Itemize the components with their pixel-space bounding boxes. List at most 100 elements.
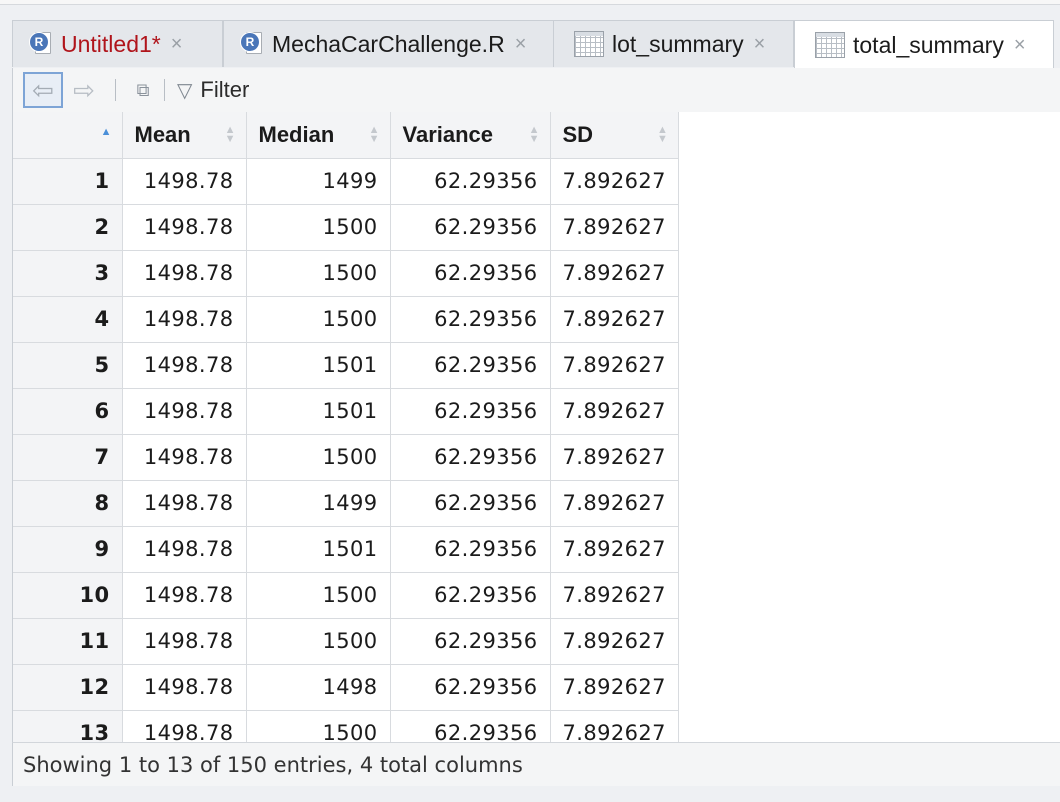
table-row: 11 1498.78 1500 62.29356 7.892627 xyxy=(13,618,679,665)
variance-cell[interactable]: 62.29356 xyxy=(390,526,551,573)
sd-cell[interactable]: 7.892627 xyxy=(550,204,679,251)
variance-cell[interactable]: 62.29356 xyxy=(390,250,551,297)
row-number-cell[interactable]: 10 xyxy=(13,572,123,619)
table-row: 3 1498.78 1500 62.29356 7.892627 xyxy=(13,250,679,297)
column-header-mean[interactable]: Mean ▲ ▼ xyxy=(122,112,247,159)
sd-cell[interactable]: 7.892627 xyxy=(550,296,679,343)
row-number-cell[interactable]: 13 xyxy=(13,710,123,742)
median-cell[interactable]: 1500 xyxy=(246,250,391,297)
table-row: 4 1498.78 1500 62.29356 7.892627 xyxy=(13,296,679,343)
column-header-variance[interactable]: Variance ▲ ▼ xyxy=(390,112,551,159)
column-header-label: Median xyxy=(258,121,335,147)
column-header-median[interactable]: Median ▲ ▼ xyxy=(246,112,391,159)
row-number-cell[interactable]: 6 xyxy=(13,388,123,435)
sort-ascending-icon: ▲ xyxy=(100,126,112,138)
table-row: 8 1498.78 1499 62.29356 7.892627 xyxy=(13,480,679,527)
sort-icon: ▲ ▼ xyxy=(368,124,380,145)
row-number-cell[interactable]: 1 xyxy=(13,158,123,205)
row-number-cell[interactable]: 8 xyxy=(13,480,123,527)
sd-cell[interactable]: 7.892627 xyxy=(550,618,679,665)
median-cell[interactable]: 1500 xyxy=(246,204,391,251)
variance-cell[interactable]: 62.29356 xyxy=(390,158,551,205)
variance-cell[interactable]: 62.29356 xyxy=(390,388,551,435)
popout-window-icon[interactable]: ⧉ xyxy=(128,77,158,103)
mean-cell[interactable]: 1498.78 xyxy=(122,204,247,251)
mean-cell[interactable]: 1498.78 xyxy=(122,250,247,297)
window-bottom-edge xyxy=(0,786,1060,802)
variance-cell[interactable]: 62.29356 xyxy=(390,434,551,481)
sd-cell[interactable]: 7.892627 xyxy=(550,342,679,389)
data-viewer-toolbar: ⇦ ⇨ ⧉ ▽ Filter xyxy=(12,68,1060,112)
variance-cell[interactable]: 62.29356 xyxy=(390,296,551,343)
row-number-cell[interactable]: 9 xyxy=(13,526,123,573)
variance-cell[interactable]: 62.29356 xyxy=(390,618,551,665)
median-cell[interactable]: 1498 xyxy=(246,664,391,711)
variance-cell[interactable]: 62.29356 xyxy=(390,664,551,711)
data-grid-area: ▲ Mean ▲ ▼ Median ▲ ▼ Variance ▲ ▼ SD ▲ ▼ 1 1498.… xyxy=(12,112,1060,742)
mean-cell[interactable]: 1498.78 xyxy=(122,526,247,573)
median-cell[interactable]: 1501 xyxy=(246,342,391,389)
variance-cell[interactable]: 62.29356 xyxy=(390,572,551,619)
data-table-icon xyxy=(574,31,604,57)
table-row: 6 1498.78 1501 62.29356 7.892627 xyxy=(13,388,679,435)
row-number-cell[interactable]: 12 xyxy=(13,664,123,711)
row-number-cell[interactable]: 5 xyxy=(13,342,123,389)
sd-cell[interactable]: 7.892627 xyxy=(550,250,679,297)
tab-lot-summary[interactable]: lot_summary × xyxy=(553,20,794,67)
toolbar-divider xyxy=(164,79,165,101)
sd-cell[interactable]: 7.892627 xyxy=(550,480,679,527)
sd-cell[interactable]: 7.892627 xyxy=(550,158,679,205)
row-number-cell[interactable]: 4 xyxy=(13,296,123,343)
sd-cell[interactable]: 7.892627 xyxy=(550,526,679,573)
row-number-cell[interactable]: 11 xyxy=(13,618,123,665)
forward-arrow-icon[interactable]: ⇨ xyxy=(65,72,103,108)
mean-cell[interactable]: 1498.78 xyxy=(122,664,247,711)
back-arrow-icon[interactable]: ⇦ xyxy=(23,72,63,108)
close-icon[interactable]: × xyxy=(1014,34,1026,57)
close-icon[interactable]: × xyxy=(171,33,183,56)
mean-cell[interactable]: 1498.78 xyxy=(122,342,247,389)
sd-cell[interactable]: 7.892627 xyxy=(550,664,679,711)
mean-cell[interactable]: 1498.78 xyxy=(122,296,247,343)
sd-cell[interactable]: 7.892627 xyxy=(550,388,679,435)
variance-cell[interactable]: 62.29356 xyxy=(390,204,551,251)
mean-cell[interactable]: 1498.78 xyxy=(122,480,247,527)
mean-cell[interactable]: 1498.78 xyxy=(122,618,247,665)
median-cell[interactable]: 1500 xyxy=(246,572,391,619)
sd-cell[interactable]: 7.892627 xyxy=(550,710,679,742)
table-row: 13 1498.78 1500 62.29356 7.892627 xyxy=(13,710,679,742)
median-cell[interactable]: 1500 xyxy=(246,434,391,481)
median-cell[interactable]: 1501 xyxy=(246,388,391,435)
median-cell[interactable]: 1500 xyxy=(246,710,391,742)
close-icon[interactable]: × xyxy=(515,33,527,56)
row-number-cell[interactable]: 3 xyxy=(13,250,123,297)
filter-button[interactable]: ▽ Filter xyxy=(177,77,249,103)
variance-cell[interactable]: 62.29356 xyxy=(390,480,551,527)
row-number-cell[interactable]: 2 xyxy=(13,204,123,251)
sd-cell[interactable]: 7.892627 xyxy=(550,434,679,481)
variance-cell[interactable]: 62.29356 xyxy=(390,710,551,742)
filter-label: Filter xyxy=(200,77,250,102)
tab-label: Untitled1* xyxy=(61,30,161,57)
row-number-cell[interactable]: 7 xyxy=(13,434,123,481)
variance-cell[interactable]: 62.29356 xyxy=(390,342,551,389)
median-cell[interactable]: 1500 xyxy=(246,296,391,343)
tab-mechacarchallenge[interactable]: R MechaCarChallenge.R × xyxy=(223,20,566,67)
mean-cell[interactable]: 1498.78 xyxy=(122,434,247,481)
column-header-sd[interactable]: SD ▲ ▼ xyxy=(550,112,679,159)
tab-total-summary[interactable]: total_summary × xyxy=(794,20,1054,69)
table-row: 1 1498.78 1499 62.29356 7.892627 xyxy=(13,158,679,205)
mean-cell[interactable]: 1498.78 xyxy=(122,572,247,619)
mean-cell[interactable]: 1498.78 xyxy=(122,710,247,742)
median-cell[interactable]: 1499 xyxy=(246,158,391,205)
tab-untitled1[interactable]: R Untitled1* × xyxy=(12,20,223,67)
sort-icon: ▲ ▼ xyxy=(657,124,668,145)
median-cell[interactable]: 1499 xyxy=(246,480,391,527)
median-cell[interactable]: 1500 xyxy=(246,618,391,665)
median-cell[interactable]: 1501 xyxy=(246,526,391,573)
mean-cell[interactable]: 1498.78 xyxy=(122,158,247,205)
sd-cell[interactable]: 7.892627 xyxy=(550,572,679,619)
row-number-header[interactable]: ▲ xyxy=(13,112,123,159)
close-icon[interactable]: × xyxy=(754,33,766,56)
mean-cell[interactable]: 1498.78 xyxy=(122,388,247,435)
